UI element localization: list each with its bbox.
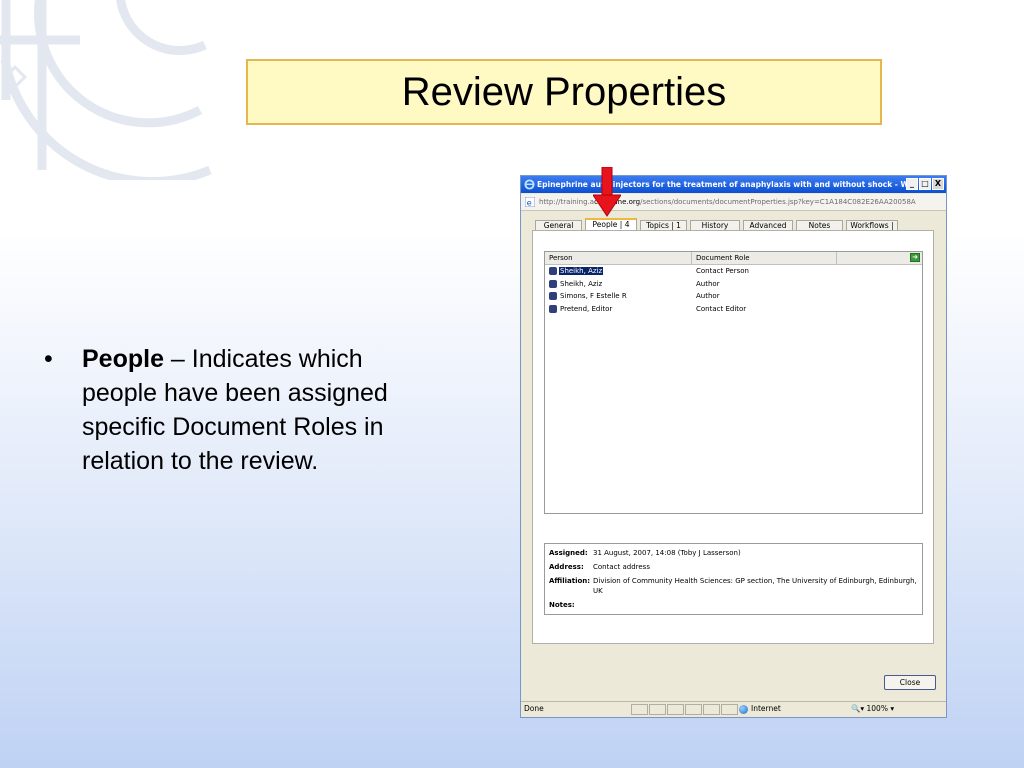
status-cell: [685, 704, 702, 715]
ie-icon: [524, 179, 535, 190]
person-name: Sheikh, Aziz: [560, 279, 603, 288]
status-cell: [721, 704, 738, 715]
detail-value: Contact address: [593, 563, 650, 571]
red-arrow-icon: [593, 167, 621, 217]
table-row[interactable]: Sheikh, Aziz Author: [545, 278, 922, 291]
close-window-button[interactable]: X: [932, 178, 944, 190]
col-separator: [836, 252, 837, 264]
detail-label: Affiliation:: [549, 577, 591, 585]
col-role-header[interactable]: Document Role: [696, 252, 750, 264]
table-row[interactable]: Sheikh, Aziz Contact Person: [545, 265, 922, 278]
status-text: Done: [524, 704, 544, 713]
zoom-level: 100%: [866, 704, 888, 713]
status-cell: [667, 704, 684, 715]
people-grid: Person Document Role ➜ Sheikh, Aziz Cont…: [544, 251, 923, 514]
detail-value: Division of Community Health Sciences: G…: [593, 577, 917, 595]
page-icon: e: [525, 197, 535, 207]
person-name: Sheikh, Aziz: [559, 267, 604, 275]
user-icon: [549, 279, 557, 288]
status-cell: [703, 704, 720, 715]
zone-label: Internet: [751, 704, 781, 713]
person-role: Contact Editor: [696, 304, 747, 313]
zoom-control[interactable]: 🔍▾ 100% ▾: [851, 702, 894, 716]
detail-value: 31 August, 2007, 14:08 (Toby J Lasserson…: [593, 549, 741, 557]
col-separator: [691, 252, 692, 264]
window-titlebar[interactable]: Epinephrine auto-injectors for the treat…: [521, 176, 946, 193]
col-person-header[interactable]: Person: [549, 252, 573, 264]
person-name: Simons, F Estelle R: [560, 292, 627, 300]
slide-title-box: Review Properties: [246, 59, 882, 125]
globe-icon: [739, 704, 748, 714]
address-suffix: /sections/documents/documentProperties.j…: [640, 198, 916, 206]
browser-popup-window: Epinephrine auto-injectors for the treat…: [520, 175, 947, 718]
status-cell: [631, 704, 648, 715]
security-zone[interactable]: Internet: [739, 702, 781, 716]
address-bar[interactable]: e http://training.acochrane.org/sections…: [521, 194, 946, 211]
user-icon: [549, 267, 557, 275]
person-role: Author: [696, 279, 720, 288]
export-icon[interactable]: ➜: [910, 253, 920, 262]
status-cell: [649, 704, 666, 715]
emblem-logo: [0, 0, 212, 180]
table-row[interactable]: Simons, F Estelle R Author: [545, 290, 922, 303]
person-role: Author: [696, 292, 720, 300]
address-prefix: http://training.a: [539, 198, 595, 206]
tab-content-panel: Person Document Role ➜ Sheikh, Aziz Cont…: [532, 230, 934, 644]
bullet-dot: •: [44, 345, 53, 373]
person-name: Pretend, Editor: [560, 304, 613, 313]
grid-header: Person Document Role ➜: [545, 252, 922, 265]
detail-label: Address:: [549, 563, 584, 571]
close-button[interactable]: Close: [884, 675, 936, 690]
bullet-term: People: [82, 345, 164, 373]
bullet-content: People – Indicates which people have bee…: [82, 342, 442, 478]
window-controls: _ □ X: [906, 178, 944, 190]
person-details-panel: Assigned: 31 August, 2007, 14:08 (Toby J…: [544, 543, 923, 615]
svg-text:e: e: [527, 197, 532, 207]
user-icon: [549, 292, 557, 300]
slide-title: Review Properties: [401, 69, 727, 114]
table-row[interactable]: Pretend, Editor Contact Editor: [545, 303, 922, 316]
person-role: Contact Person: [696, 267, 749, 275]
detail-label: Notes:: [549, 601, 575, 609]
status-bar: Done Internet 🔍▾ 100% ▾: [521, 701, 946, 717]
detail-label: Assigned:: [549, 549, 588, 557]
maximize-button[interactable]: □: [919, 178, 931, 190]
minimize-button[interactable]: _: [906, 178, 918, 190]
user-icon: [549, 304, 557, 313]
